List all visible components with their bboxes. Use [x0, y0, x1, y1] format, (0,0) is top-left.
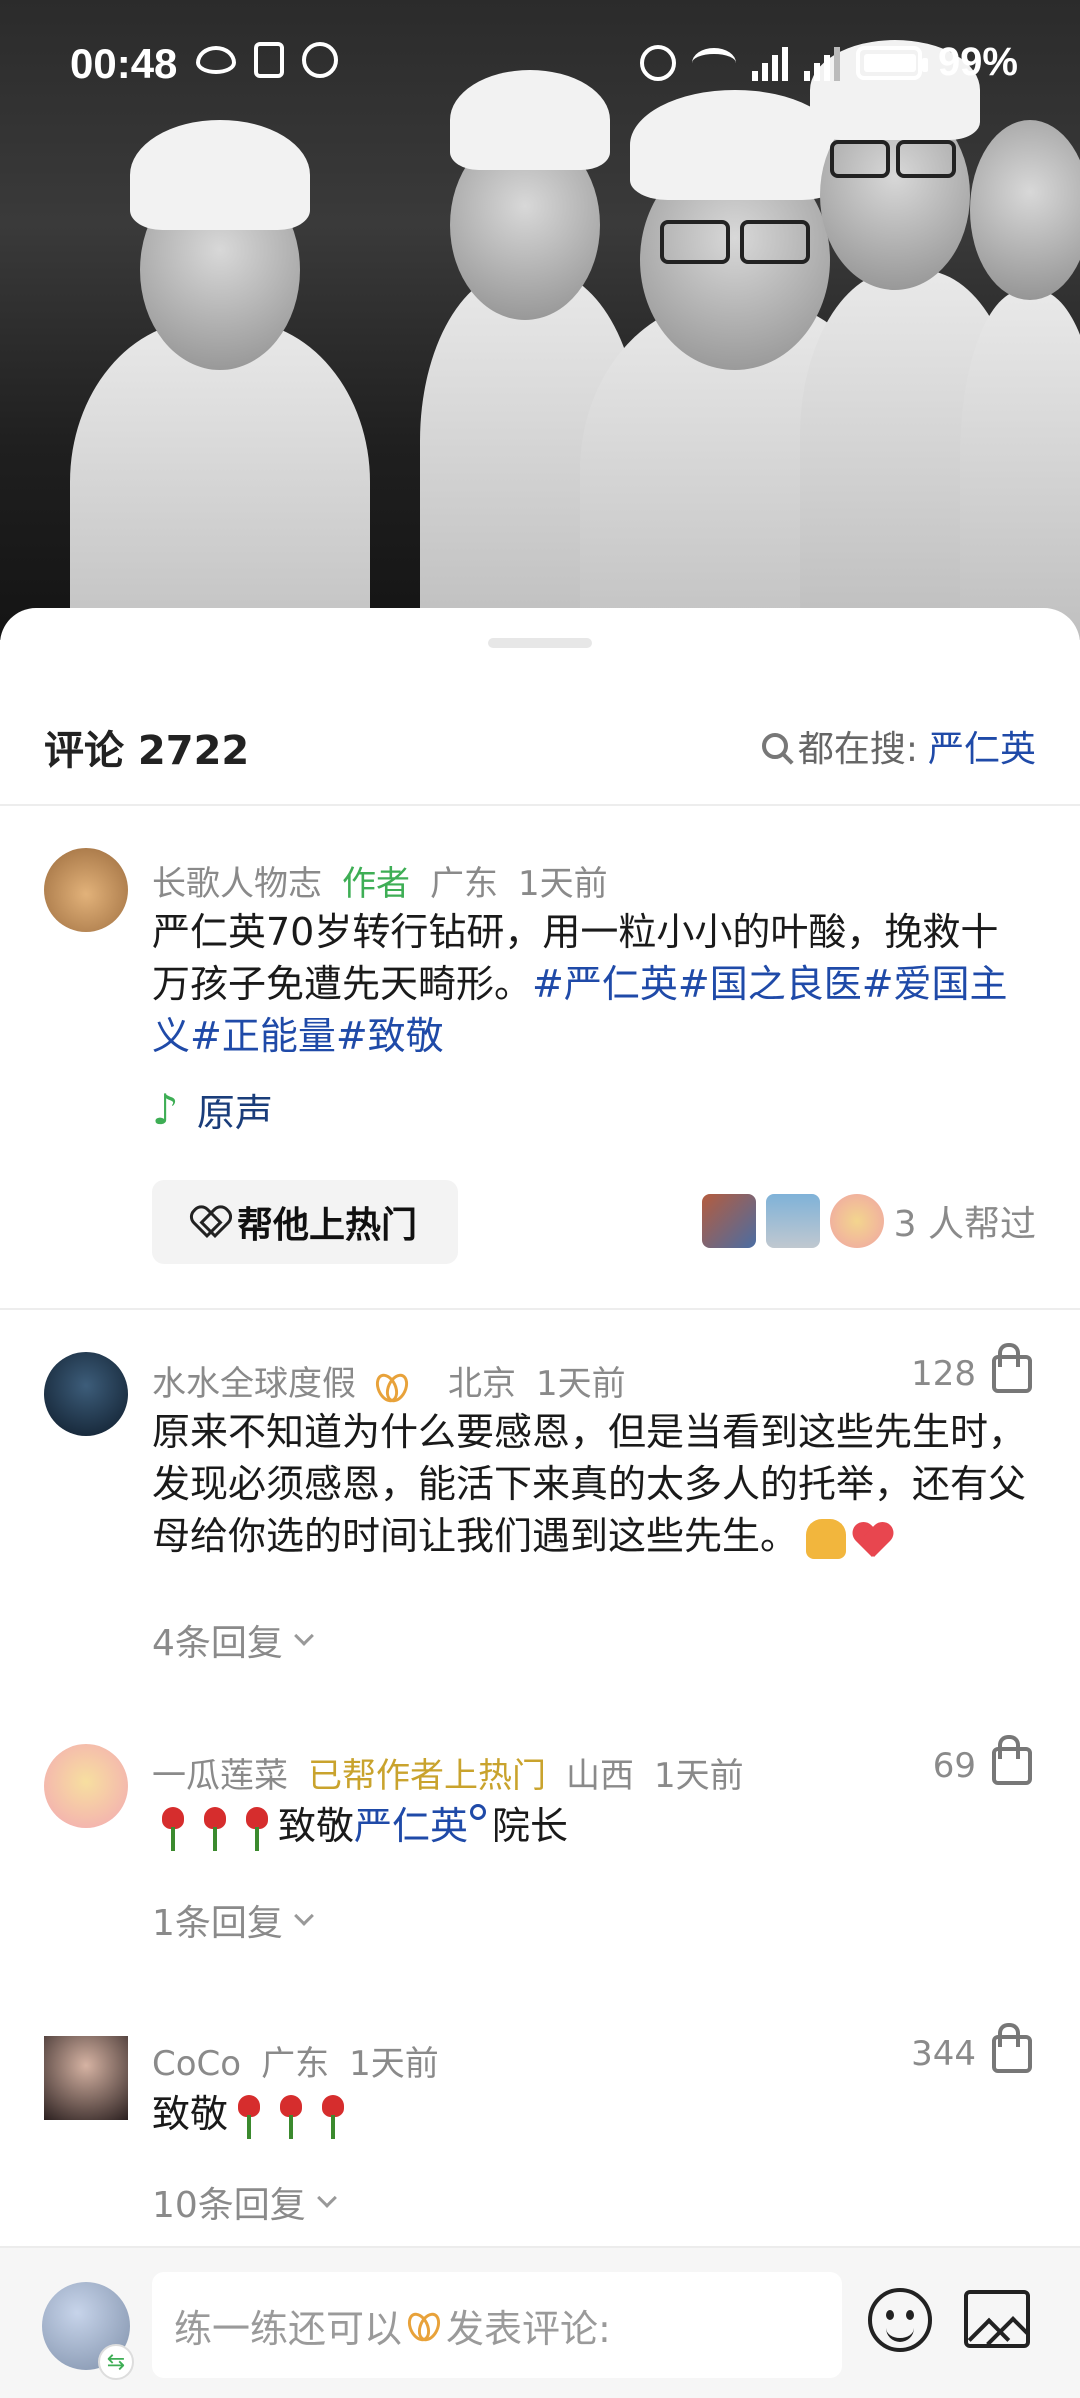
badge-icon — [408, 2312, 440, 2338]
replies-toggle[interactable]: 1条回复 — [152, 1894, 314, 1946]
video-figure-left — [70, 60, 370, 640]
pray-emoji-icon — [806, 1518, 847, 1559]
music-note-icon: ♪ — [152, 1085, 179, 1134]
rose-emoji-icon — [158, 1806, 188, 1851]
search-prefix: 都在搜: — [797, 729, 918, 770]
search-icon — [470, 1804, 487, 1820]
comments-sheet: 评论 2722 都在搜: 严仁英 长歌人物志 作者 广东 1天前 严仁英70岁转行钻研… — [0, 608, 1080, 2398]
user-name[interactable]: 一瓜莲菜 — [152, 1756, 288, 1796]
like-button[interactable]: 344 — [911, 2023, 1032, 2074]
comment-meta: 一瓜莲菜 已帮作者上热门 山西 1天前 — [152, 1748, 764, 1797]
hotspot-icon — [302, 42, 338, 78]
wifi-icon — [691, 47, 736, 78]
helper-avatar — [701, 1194, 756, 1248]
status-icons-left — [196, 42, 338, 78]
status-bar: 00:48 99% — [0, 0, 1080, 130]
comment-meta: CoCo 广东 1天前 — [152, 2036, 459, 2085]
comment-item: 一瓜莲菜 已帮作者上热门 山西 1天前 69 致敬严仁英 院长 1条回复 — [0, 1698, 1080, 1988]
avatar[interactable] — [44, 1352, 128, 1436]
avatar[interactable] — [44, 2036, 128, 2120]
comment-meta: 水水全球度假 北京 1天前 — [152, 1356, 646, 1405]
sound-link[interactable]: ♪ 原声 — [152, 1082, 273, 1137]
boost-label: 帮他上热门 — [236, 1205, 417, 1246]
search-keyword[interactable]: 严仁英 — [928, 720, 1036, 772]
chevron-down-icon — [294, 1626, 314, 1646]
like-count: 128 — [911, 1354, 976, 1394]
heart-emoji-icon — [852, 1519, 894, 1559]
author-name[interactable]: 长歌人物志 — [152, 864, 322, 904]
signal-icon-2 — [803, 45, 840, 81]
nfc-icon — [254, 42, 284, 78]
comment-text: 致敬 — [152, 2088, 1036, 2140]
like-icon — [992, 2023, 1032, 2073]
avatar[interactable] — [44, 1744, 128, 1828]
location: 广东 — [261, 2044, 330, 2084]
boost-tag: 已帮作者上热门 — [308, 1756, 546, 1796]
like-button[interactable]: 69 — [932, 1735, 1032, 1786]
location: 广东 — [430, 864, 498, 904]
rose-emoji-icon — [242, 1806, 272, 1851]
user-name[interactable]: CoCo — [152, 2044, 241, 2084]
timestamp: 1天前 — [536, 1364, 626, 1404]
post-text: 严仁英70岁转行钻研，用一粒小小的叶酸，挽救十万孩子免遭先天畸形。#严仁英#国之… — [152, 906, 1036, 1062]
like-button[interactable]: 128 — [911, 1343, 1032, 1394]
timestamp: 1天前 — [518, 864, 608, 904]
badge-icon — [376, 1373, 408, 1399]
video-frame[interactable]: 00:48 99% — [0, 0, 1080, 640]
rose-emoji-icon — [276, 2094, 306, 2139]
video-figure-far-right — [960, 60, 1080, 640]
comment-text: 原来不知道为什么要感恩，但是当看到这些先生时，发现必须感恩，能活下来真的太多人的… — [152, 1410, 1027, 1559]
timestamp: 1天前 — [654, 1756, 744, 1796]
like-count: 69 — [932, 1746, 976, 1786]
location: 山西 — [566, 1756, 634, 1796]
chevron-down-icon — [316, 2188, 337, 2208]
avatar[interactable] — [44, 848, 128, 932]
heart-icon — [193, 1208, 223, 1236]
timestamp: 1天前 — [349, 2044, 439, 2084]
comment-input-bar: ⇆ 练一练还可以 发表评论: — [0, 2246, 1080, 2398]
comments-count-title: 评论 2722 — [44, 728, 250, 774]
like-icon — [992, 1735, 1032, 1785]
comment-input[interactable]: 练一练还可以 发表评论: — [152, 2272, 842, 2378]
author-post: 长歌人物志 作者 广东 1天前 严仁英70岁转行钻研，用一粒小小的叶酸，挽救十万孩子免… — [0, 804, 1080, 1264]
comment-text: 致敬严仁英 院长 — [152, 1800, 1036, 1852]
helper-avatar — [829, 1194, 884, 1248]
user-name[interactable]: 水水全球度假 — [152, 1364, 428, 1404]
like-count: 344 — [911, 2034, 976, 2074]
rose-emoji-icon — [234, 2094, 264, 2139]
switch-account-icon[interactable]: ⇆ — [98, 2344, 134, 2380]
location: 北京 — [448, 1364, 516, 1404]
replies-toggle[interactable]: 10条回复 — [152, 2176, 337, 2228]
signal-icon — [751, 45, 788, 81]
comment-meta: 长歌人物志 作者 广东 1天前 — [152, 856, 628, 905]
search-suggestion[interactable]: 都在搜: 严仁英 — [761, 720, 1036, 772]
helpers-summary[interactable]: 3 人帮过 — [701, 1194, 1036, 1248]
replies-toggle[interactable]: 4条回复 — [152, 1614, 314, 1666]
author-tag: 作者 — [342, 864, 410, 904]
helper-avatar — [765, 1194, 820, 1248]
battery-percent: 99% — [937, 40, 1018, 84]
status-icons-right: 99% — [639, 40, 1018, 85]
battery-icon — [855, 45, 928, 80]
sound-label: 原声 — [196, 1091, 273, 1135]
search-icon — [761, 733, 788, 759]
like-icon — [992, 1343, 1032, 1393]
sheet-drag-handle[interactable] — [488, 638, 592, 648]
comment-item: 水水全球度假 北京 1天前 128 原来不知道为什么要感恩，但是当看到这些先生时，发… — [0, 1308, 1080, 1688]
comment-item: CoCo 广东 1天前 344 致敬 10条回复 — [0, 1992, 1080, 2262]
rose-emoji-icon — [200, 1806, 230, 1851]
keyword-link[interactable]: 严仁英 — [354, 1804, 468, 1848]
alarm-icon — [639, 44, 676, 81]
rose-emoji-icon — [318, 2094, 348, 2139]
image-icon[interactable] — [964, 2290, 1030, 2348]
comments-header: 评论 2722 都在搜: 严仁英 — [0, 698, 1080, 808]
status-time: 00:48 — [70, 40, 178, 87]
eye-icon — [196, 46, 236, 74]
emoji-icon[interactable] — [868, 2288, 932, 2352]
chevron-down-icon — [294, 1906, 314, 1926]
boost-button[interactable]: 帮他上热门 — [152, 1180, 458, 1264]
helpers-text: 3 人帮过 — [893, 1204, 1036, 1245]
